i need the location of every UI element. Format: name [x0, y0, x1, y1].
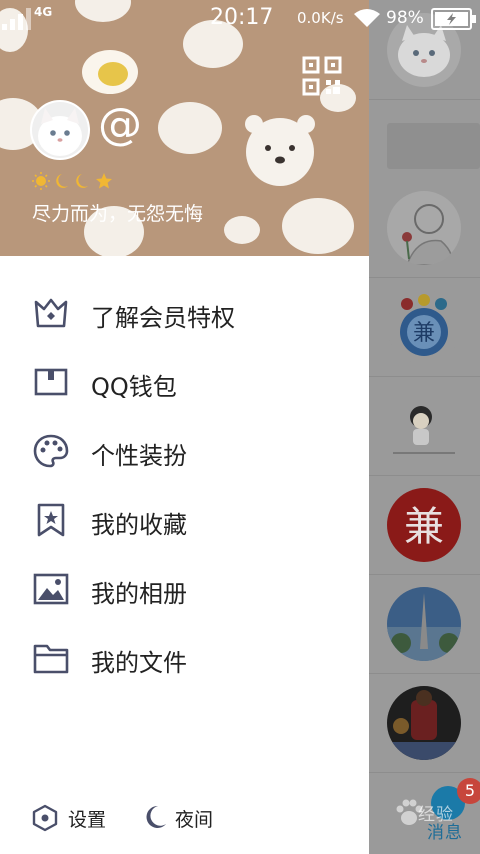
menu-item-label: 个性装扮 [91, 442, 187, 470]
chat-row[interactable] [369, 574, 480, 674]
chat-row[interactable] [369, 673, 480, 773]
moon-icon [56, 174, 68, 188]
menu-item-label: 了解会员特权 [91, 304, 235, 332]
signal-icon [2, 6, 32, 34]
chat-row[interactable] [369, 178, 480, 278]
crown-icon [33, 296, 69, 330]
level-icons[interactable] [32, 171, 114, 195]
settings-label: 设置 [68, 809, 107, 831]
menu-item-personalize[interactable]: 个性装扮 [0, 418, 369, 487]
network-type: 4G [34, 5, 53, 19]
menu-item-label: 我的文件 [91, 649, 187, 677]
unread-badge: 5 [457, 778, 480, 804]
menu-item-label: 我的收藏 [91, 511, 187, 539]
network-speed: 0.0K/s [297, 9, 344, 27]
bookmark-star-icon [33, 503, 69, 537]
menu-item-files[interactable]: 我的文件 [0, 625, 369, 694]
chat-list-panel[interactable]: 兼 兼 [369, 0, 480, 854]
folder-icon [33, 641, 69, 675]
sketch-avatar [387, 191, 461, 265]
svg-text:兼: 兼 [404, 504, 444, 550]
moon-icon [144, 804, 168, 834]
qr-code-icon[interactable] [302, 56, 342, 100]
star-icon [96, 173, 112, 189]
settings-icon [32, 804, 58, 836]
nickname[interactable]: @ [98, 99, 142, 150]
menu-item-label: QQ钱包 [91, 373, 177, 401]
signature-text[interactable]: 尽力而为，无怨无悔 [32, 199, 203, 226]
night-mode-button[interactable]: 夜间 [144, 800, 244, 834]
clock: 20:17 [210, 5, 274, 30]
chat-row[interactable]: 兼 [369, 475, 480, 575]
sun-icon [32, 172, 50, 190]
red-calligraphy-avatar: 兼 [387, 488, 461, 562]
wallet-icon [33, 365, 69, 399]
profile-header[interactable]: @ 尽力而为，无怨无悔 [0, 0, 369, 256]
cartoon-girl-avatar [387, 389, 461, 463]
chat-preview-placeholder [387, 123, 480, 169]
moon-icon [76, 174, 88, 188]
wifi-icon [352, 7, 382, 33]
svg-text:兼: 兼 [413, 321, 435, 346]
jian-logo-avatar: 兼 [387, 290, 461, 364]
menu-item-favorites[interactable]: 我的收藏 [0, 487, 369, 556]
basketball-avatar [387, 686, 461, 760]
photo-icon [33, 572, 69, 606]
status-bar: 4G 20:17 0.0K/s 98% [0, 0, 480, 36]
drawer-footer: 设置 夜间 [0, 796, 369, 836]
menu-item-qq-wallet[interactable]: QQ钱包 [0, 349, 369, 418]
battery-charging-icon [431, 8, 477, 34]
night-mode-label: 夜间 [175, 809, 214, 831]
settings-button[interactable]: 设置 [32, 800, 132, 834]
tower-photo-avatar [387, 587, 461, 661]
battery-percent: 98% [386, 8, 424, 28]
side-drawer: @ 尽力而为，无怨无悔 了解会员特权 QQ钱包 个性装扮 我的收藏 我的相册 我… [0, 0, 369, 854]
profile-avatar[interactable] [30, 100, 90, 160]
chat-row[interactable]: 兼 [369, 277, 480, 377]
menu-item-label: 我的相册 [91, 580, 187, 608]
menu-item-album[interactable]: 我的相册 [0, 556, 369, 625]
palette-icon [33, 434, 69, 468]
chat-row[interactable] [369, 376, 480, 476]
drawer-menu: 了解会员特权 QQ钱包 个性装扮 我的收藏 我的相册 我的文件 [0, 280, 369, 694]
watermark-text: 经验 [418, 805, 454, 825]
menu-item-vip-privileges[interactable]: 了解会员特权 [0, 280, 369, 349]
